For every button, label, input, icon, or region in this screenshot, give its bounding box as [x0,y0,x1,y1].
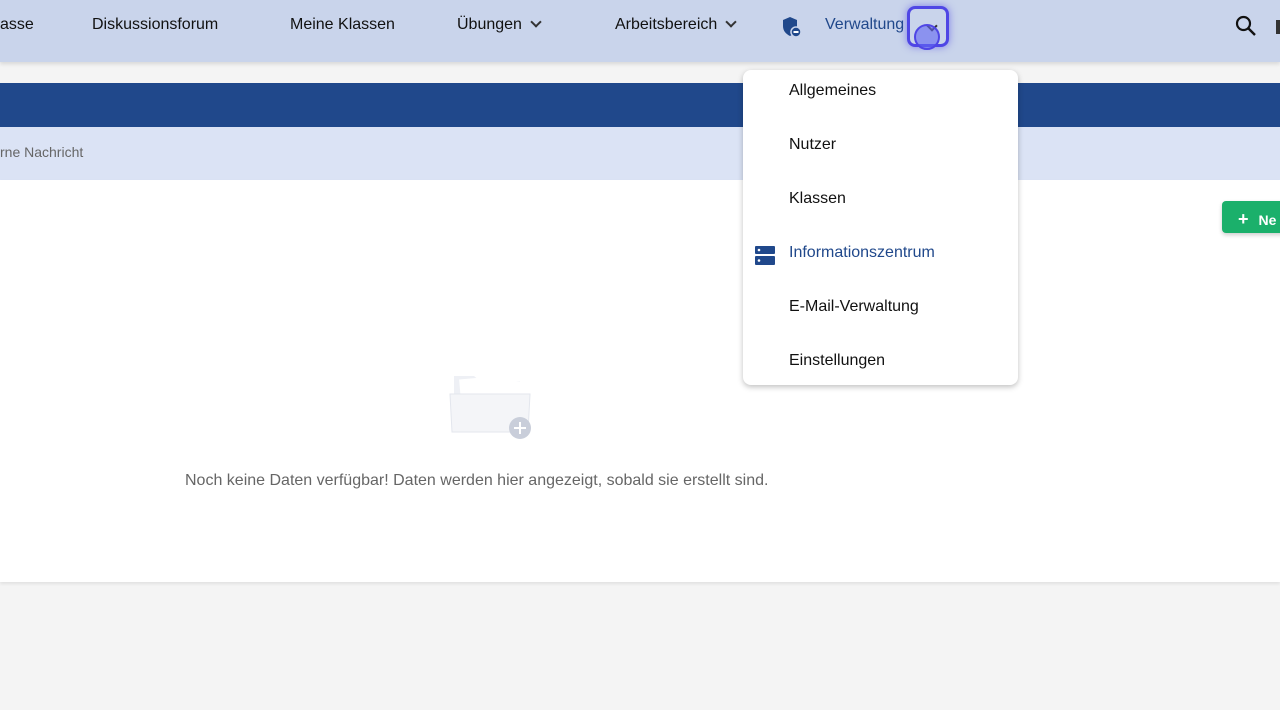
nav-item-uebungen[interactable]: Übungen [457,16,542,34]
empty-folder-icon [449,376,531,439]
empty-state-message: Noch keine Daten verfügbar! Daten werden… [185,472,769,489]
nav-item-arbeitsbereich[interactable]: Arbeitsbereich [615,16,737,34]
nav-label: Übungen [457,16,522,33]
chevron-down-icon [725,16,737,28]
subheader-text: rne Nachricht [0,144,84,160]
menu-item-informationszentrum[interactable]: Informationszentrum [789,244,935,262]
page-header-band [0,83,1280,127]
menu-item-allgemeines[interactable]: Allgemeines [789,82,876,100]
plus-icon: + [1238,209,1249,229]
menu-item-einstellungen[interactable]: Einstellungen [789,352,885,370]
server-icon [755,246,775,265]
nav-item-klasse[interactable]: asse [0,16,34,34]
menu-item-email-verwaltung[interactable]: E-Mail-Verwaltung [789,298,919,316]
search-icon[interactable] [1235,15,1257,37]
subheader: rne Nachricht [0,127,1280,180]
cursor-indicator [914,24,940,50]
nav-item-diskussionsforum[interactable]: Diskussionsforum [92,16,218,34]
shield-admin-icon [783,17,802,38]
menu-item-klassen[interactable]: Klassen [789,190,846,208]
nav-item-meine-klassen[interactable]: Meine Klassen [290,16,395,34]
verwaltung-dropdown: Allgemeines Nutzer Klassen Informationsz… [743,70,1018,385]
nav-item-verwaltung[interactable]: Verwaltung [825,16,904,34]
menu-item-nutzer[interactable]: Nutzer [789,136,836,154]
nav-label: Arbeitsbereich [615,16,718,33]
bell-icon[interactable] [1276,20,1280,34]
chevron-down-icon [530,16,542,28]
new-button-label: Ne [1258,212,1277,228]
top-nav: asse Diskussionsforum Meine Klassen Übun… [0,0,1280,62]
new-button[interactable]: + Ne [1222,201,1280,233]
content-card [0,180,1280,582]
